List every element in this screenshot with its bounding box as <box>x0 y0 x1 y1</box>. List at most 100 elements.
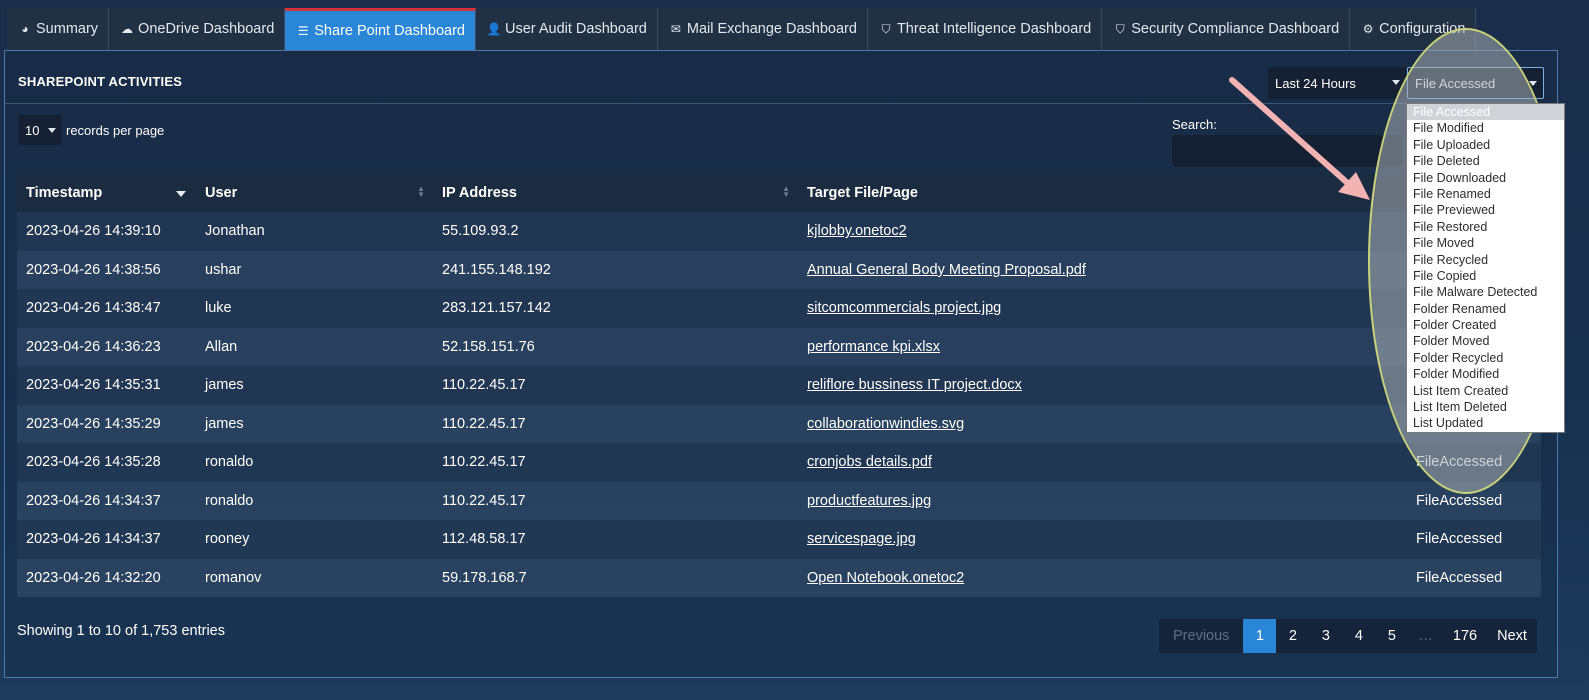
cell-ip-address: 52.158.151.76 <box>433 327 798 366</box>
dropdown-option[interactable]: List Item Created <box>1407 383 1564 399</box>
column-header-timestamp[interactable]: Timestamp <box>17 174 196 212</box>
table-row[interactable]: 2023-04-26 14:38:47 luke 283.121.157.142 si… <box>17 289 1541 328</box>
column-header-ip-address[interactable]: IP Address ▲ ▼ <box>433 174 798 212</box>
table-row[interactable]: 2023-04-26 14:36:23 Allan 52.158.151.76 per… <box>17 327 1541 366</box>
cell-ip-address: 241.155.148.192 <box>433 250 798 289</box>
dropdown-option[interactable]: Folder Recycled <box>1407 350 1564 366</box>
target-file-link[interactable]: productfeatures.jpg <box>807 493 931 509</box>
tab-share-point-dashboard[interactable]: ☰ Share Point Dashboard <box>285 8 477 50</box>
tab-summary[interactable]: ◕ Summary <box>7 8 110 50</box>
dropdown-option[interactable]: File Renamed <box>1407 186 1564 202</box>
table-row[interactable]: 2023-04-26 14:34:37 ronaldo 110.22.45.17 pr… <box>17 481 1541 520</box>
search-input[interactable] <box>1172 135 1402 167</box>
cell-target-file: collaborationwindies.svg <box>798 404 1407 443</box>
activity-type-select[interactable]: File Accessed <box>1407 67 1544 99</box>
records-per-page-value: 10 <box>25 122 40 138</box>
tab-threat-intelligence-dashboard[interactable]: ⛉ Threat Intelligence Dashboard <box>868 8 1103 50</box>
chevron-down-icon <box>1392 80 1400 85</box>
pagination-page[interactable]: 1 <box>1243 619 1277 653</box>
target-file-link[interactable]: cronjobs details.pdf <box>807 454 932 470</box>
sort-desc-icon <box>176 191 186 197</box>
target-file-link[interactable]: servicespage.jpg <box>807 531 916 547</box>
dropdown-option[interactable]: List Item Deleted <box>1407 399 1564 415</box>
dropdown-option[interactable]: Folder Moved <box>1407 333 1564 349</box>
cell-ip-address: 110.22.45.17 <box>433 404 798 443</box>
pagination-page[interactable]: 4 <box>1342 619 1375 653</box>
entries-info: Showing 1 to 10 of 1,753 entries <box>17 623 225 639</box>
pagination-page[interactable]: 2 <box>1276 619 1309 653</box>
tab-user-audit-dashboard[interactable]: 👤 User Audit Dashboard <box>476 8 658 50</box>
dropdown-option[interactable]: Folder Modified <box>1407 366 1564 382</box>
cell-user: ronaldo <box>196 443 433 482</box>
dropdown-option[interactable]: File Malware Detected <box>1407 284 1564 300</box>
cell-timestamp: 2023-04-26 14:35:29 <box>17 404 196 443</box>
dropdown-option[interactable]: Folder Renamed <box>1407 301 1564 317</box>
dropdown-option[interactable]: File Previewed <box>1407 202 1564 218</box>
dropdown-option[interactable]: Folder Created <box>1407 317 1564 333</box>
target-file-link[interactable]: Annual General Body Meeting Proposal.pdf <box>807 262 1086 278</box>
dropdown-option[interactable]: File Modified <box>1407 120 1564 136</box>
pagination-previous[interactable]: Previous <box>1159 619 1243 653</box>
cell-user: ushar <box>196 250 433 289</box>
chevron-down-icon <box>1529 81 1537 86</box>
cell-ip-address: 283.121.157.142 <box>433 289 798 328</box>
dropdown-option[interactable]: File Uploaded <box>1407 137 1564 153</box>
table-row[interactable]: 2023-04-26 14:35:29 james 110.22.45.17 coll… <box>17 404 1541 443</box>
tab-mail-exchange-dashboard[interactable]: ✉ Mail Exchange Dashboard <box>658 8 868 50</box>
cell-timestamp: 2023-04-26 14:38:47 <box>17 289 196 328</box>
table-row[interactable]: 2023-04-26 14:32:20 romanov 59.178.168.7 Op… <box>17 558 1541 597</box>
table-row[interactable]: 2023-04-26 14:38:56 ushar 241.155.148.192 A… <box>17 250 1541 289</box>
sort-icon: ▲ ▼ <box>782 184 790 199</box>
search-label: Search: <box>1172 117 1217 132</box>
sort-icon: ▲ ▼ <box>417 184 425 199</box>
records-per-page-label: records per page <box>66 122 165 138</box>
dropdown-option[interactable]: File Restored <box>1407 219 1564 235</box>
records-per-page-select[interactable]: 10 <box>18 115 62 145</box>
column-header-target-file[interactable]: Target File/Page <box>798 174 1407 212</box>
pagination-page[interactable]: 3 <box>1309 619 1342 653</box>
pagination-next[interactable]: Next <box>1487 619 1537 653</box>
pagination-page[interactable]: 5 <box>1375 619 1408 653</box>
pagination: Previous 1 2 3 4 5 … 176 Next <box>1159 619 1537 653</box>
tab-onedrive-dashboard[interactable]: ☁ OneDrive Dashboard <box>109 8 286 50</box>
dashboard-icon: ◕ <box>21 22 29 36</box>
target-file-link[interactable]: reliflore bussiness IT project.docx <box>807 377 1022 393</box>
target-file-link[interactable]: performance kpi.xlsx <box>807 339 940 355</box>
dropdown-option[interactable]: List Updated <box>1407 415 1564 431</box>
cell-user: Allan <box>196 327 433 366</box>
target-file-link[interactable]: sitcomcommercials project.jpg <box>807 300 1001 316</box>
dropdown-option[interactable]: File Downloaded <box>1407 170 1564 186</box>
cell-timestamp: 2023-04-26 14:34:37 <box>17 481 196 520</box>
dropdown-option[interactable]: File Accessed <box>1407 104 1564 121</box>
panel-title: SHAREPOINT ACTIVITIES <box>18 74 183 89</box>
table-row[interactable]: 2023-04-26 14:34:37 rooney 112.48.58.17 ser… <box>17 520 1541 559</box>
cell-user: rooney <box>196 520 433 559</box>
dashboard-tabbar: ◕ Summary ☁ OneDrive Dashboard ☰ Share Point … <box>7 8 1477 50</box>
tab-label: OneDrive Dashboard <box>138 21 275 37</box>
cell-target-file: Annual General Body Meeting Proposal.pdf <box>798 250 1407 289</box>
dropdown-option[interactable]: File Copied <box>1407 268 1564 284</box>
pagination-page[interactable]: 176 <box>1443 619 1487 653</box>
list-icon: ☰ <box>297 23 309 38</box>
table-row[interactable]: 2023-04-26 14:35:31 james 110.22.45.17 reli… <box>17 366 1541 405</box>
cell-target-file: sitcomcommercials project.jpg <box>798 289 1407 328</box>
table-row[interactable]: 2023-04-26 14:39:10 Jonathan 55.109.93.2 kj… <box>17 212 1541 251</box>
dropdown-option[interactable]: File Moved <box>1407 235 1564 251</box>
time-range-select[interactable]: Last 24 Hours <box>1268 67 1406 99</box>
table-row[interactable]: 2023-04-26 14:35:28 ronaldo 110.22.45.17 cr… <box>17 443 1541 482</box>
target-file-link[interactable]: kjlobby.onetoc2 <box>807 223 907 239</box>
cell-activity: FileAccessed <box>1407 520 1541 559</box>
target-file-link[interactable]: collaborationwindies.svg <box>807 416 964 432</box>
dropdown-option[interactable]: File Deleted <box>1407 153 1564 169</box>
target-file-link[interactable]: Open Notebook.onetoc2 <box>807 570 964 586</box>
cell-target-file: servicespage.jpg <box>798 520 1407 559</box>
dropdown-option[interactable]: File Recycled <box>1407 252 1564 268</box>
tab-label: Configuration <box>1379 21 1466 37</box>
cell-ip-address: 55.109.93.2 <box>433 212 798 251</box>
tab-label: User Audit Dashboard <box>505 21 647 37</box>
cell-ip-address: 110.22.45.17 <box>433 443 798 482</box>
cell-timestamp: 2023-04-26 14:35:31 <box>17 366 196 405</box>
column-header-user[interactable]: User ▲ ▼ <box>196 174 433 212</box>
tab-security-compliance-dashboard[interactable]: ⛉ Security Compliance Dashboard <box>1102 8 1351 50</box>
tab-configuration[interactable]: ⚙ Configuration <box>1350 8 1477 50</box>
